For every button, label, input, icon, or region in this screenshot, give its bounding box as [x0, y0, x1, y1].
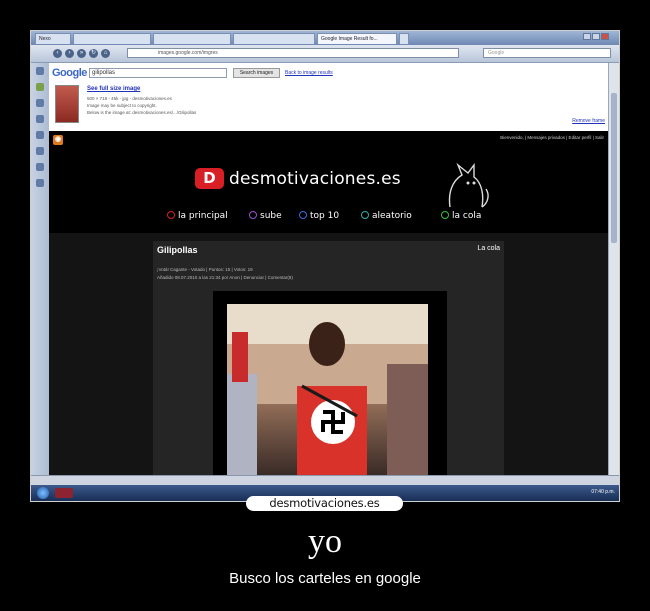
- google-search-input[interactable]: gilipollas: [89, 68, 227, 78]
- image-meta-copyright: Image may be subject to copyright.: [87, 103, 157, 108]
- page-scrollbar[interactable]: [608, 63, 619, 475]
- taskbar-app-icon[interactable]: [55, 488, 73, 498]
- menu-item-aleatorio[interactable]: aleatorio: [361, 211, 412, 221]
- queue-label[interactable]: La cola: [477, 245, 500, 252]
- tab-nexo[interactable]: Nexo: [35, 33, 71, 44]
- search-images-button[interactable]: Search images: [233, 68, 280, 78]
- tab-google-image-result[interactable]: Google Image Result fo...: [317, 33, 397, 44]
- panel-downloads-icon[interactable]: [36, 131, 44, 139]
- google-logo[interactable]: Google: [52, 67, 87, 79]
- tab-label: Google Image Result fo...: [321, 36, 378, 42]
- menu-item-sube[interactable]: sube: [249, 211, 282, 221]
- site-logo-text[interactable]: desmotivaciones.es: [229, 169, 401, 189]
- fast-forward-icon[interactable]: »: [77, 49, 86, 58]
- poster-subtitle: Busco los carteles en google: [229, 570, 421, 587]
- image-meta-size: 500 × 718 - 45k - jpg - desmotivaciones.…: [87, 96, 172, 101]
- panel-widgets-icon[interactable]: [36, 179, 44, 187]
- address-bar[interactable]: images.google.com/imgres: [127, 48, 459, 58]
- principal-icon: [167, 211, 175, 219]
- new-tab-button[interactable]: [399, 33, 409, 44]
- panel-notes-icon[interactable]: [36, 115, 44, 123]
- menu-label: aleatorio: [372, 211, 412, 221]
- menu-label: top 10: [310, 211, 340, 221]
- post-card: Gilipollas La cola ¡Votá! Cagante - Vota…: [153, 241, 504, 475]
- menu-item-principal[interactable]: la principal: [167, 211, 228, 221]
- post-votes[interactable]: ¡Votá! Cagante - Votado | Puntos: 15 | V…: [157, 267, 253, 272]
- forward-icon[interactable]: ›: [65, 49, 74, 58]
- remove-frame-link[interactable]: Remove frame: [572, 118, 605, 124]
- image-thumbnail[interactable]: [55, 85, 79, 123]
- main-menu: la principal sube top 10 aleatorio la co…: [167, 211, 497, 225]
- site-header: ◉ Bienvenido, | Mensajes privados | Edit…: [49, 131, 608, 233]
- tab-4[interactable]: [233, 33, 315, 44]
- system-clock[interactable]: 07:40 p.m.: [591, 489, 615, 495]
- browser-search-box[interactable]: Google: [483, 48, 611, 58]
- menu-label: sube: [260, 211, 282, 221]
- home-icon[interactable]: ⌂: [101, 49, 110, 58]
- panel-bookmarks-icon[interactable]: [36, 67, 44, 75]
- reload-icon[interactable]: ↻: [89, 49, 98, 58]
- panel-history-icon[interactable]: [36, 147, 44, 155]
- top10-icon: [299, 211, 307, 219]
- hourglass-icon: [441, 211, 449, 219]
- minimize-icon[interactable]: [583, 33, 591, 40]
- poster-brand: desmotivaciones.es: [246, 496, 403, 511]
- user-menu[interactable]: Bienvenido, | Mensajes privados | Editar…: [500, 135, 604, 140]
- tab-label: Nexo: [39, 36, 51, 42]
- post-added-info[interactable]: Añadido 08.07.2010 a las 21:34 por Anon …: [157, 275, 293, 280]
- random-icon: [361, 211, 369, 219]
- panel-mail-icon[interactable]: [36, 83, 44, 91]
- panel-links-icon[interactable]: [36, 163, 44, 171]
- close-icon[interactable]: [601, 33, 609, 40]
- photo-scene: [227, 304, 428, 475]
- side-panel: [31, 63, 50, 475]
- image-meta-source[interactable]: Below is the image at: desmotivaciones.e…: [87, 110, 196, 115]
- start-button-icon[interactable]: [37, 487, 49, 499]
- upload-icon: [249, 211, 257, 219]
- menu-label: la cola: [452, 211, 482, 221]
- cat-mascot-icon: [448, 163, 489, 208]
- google-image-frame: Google gilipollas Search images Back to …: [49, 63, 608, 131]
- search-placeholder: Google: [488, 50, 505, 56]
- panel-contacts-icon[interactable]: [36, 99, 44, 107]
- scrollbar-thumb[interactable]: [611, 93, 617, 243]
- menu-label: la principal: [178, 211, 228, 221]
- post-title[interactable]: Gilipollas: [157, 245, 198, 255]
- back-to-results-link[interactable]: Back to image results: [285, 70, 333, 76]
- url-text: images.google.com/imgres: [158, 50, 218, 56]
- website-content: ◉ Bienvenido, | Mensajes privados | Edit…: [49, 131, 608, 475]
- browser-tab-bar: Nexo Google Image Result fo...: [31, 31, 619, 45]
- full-size-image-link[interactable]: See full size image: [87, 86, 140, 92]
- post-photo[interactable]: [227, 304, 428, 475]
- poster-frame: [213, 291, 447, 475]
- tab-3[interactable]: [153, 33, 231, 44]
- screenshot-frame: Nexo Google Image Result fo... ‹ › » ↻ ⌂…: [30, 30, 620, 502]
- menu-item-top10[interactable]: top 10: [299, 211, 339, 221]
- menu-item-la-cola[interactable]: la cola: [441, 211, 481, 221]
- site-logo-mark[interactable]: D: [195, 168, 224, 189]
- tab-2[interactable]: [73, 33, 151, 44]
- poster-title: yo: [308, 523, 342, 560]
- maximize-icon[interactable]: [592, 33, 600, 40]
- navigation-bar: ‹ › » ↻ ⌂ images.google.com/imgres Googl…: [31, 45, 619, 63]
- rss-icon[interactable]: ◉: [53, 135, 63, 145]
- back-icon[interactable]: ‹: [53, 49, 62, 58]
